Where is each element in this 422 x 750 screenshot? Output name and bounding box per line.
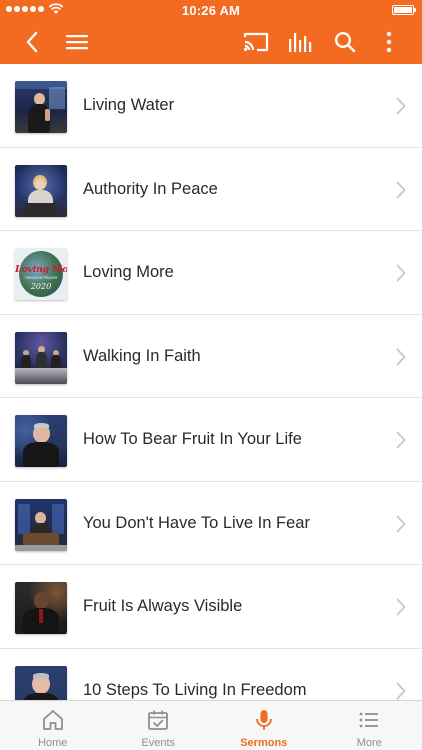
tab-bar: Home Events Sermons More xyxy=(0,700,422,750)
tab-more[interactable]: More xyxy=(317,701,422,750)
tab-label: More xyxy=(356,737,382,749)
battery-icon xyxy=(392,5,416,15)
menu-icon xyxy=(66,35,88,50)
sermon-thumbnail xyxy=(15,164,67,217)
nav-bar xyxy=(0,20,422,64)
sermon-thumbnail xyxy=(15,331,67,384)
status-bar: 10:26 AM xyxy=(0,0,422,20)
list-icon xyxy=(359,712,379,728)
sermon-thumbnail xyxy=(15,415,67,467)
sermon-title: How To Bear Fruit In Your Life xyxy=(83,430,302,448)
sermon-thumbnail: Loving More THROUGH PRAYER 2020 xyxy=(15,248,67,300)
cast-icon xyxy=(243,32,269,52)
search-icon xyxy=(334,31,356,53)
sermon-title: 10 Steps To Living In Freedom xyxy=(83,680,307,699)
sermon-row[interactable]: Loving More THROUGH PRAYER 2020 Loving M… xyxy=(0,231,422,315)
search-button[interactable] xyxy=(331,20,359,64)
cast-button[interactable] xyxy=(240,20,272,64)
chevron-right-icon xyxy=(396,598,406,616)
chevron-right-icon xyxy=(396,348,406,365)
home-icon xyxy=(42,710,63,730)
thumbnail-year-text: 2020 xyxy=(30,282,52,291)
audio-bars-icon xyxy=(289,33,312,52)
tab-label: Events xyxy=(141,737,176,749)
sermon-row[interactable]: Walking In Faith xyxy=(0,315,422,398)
microphone-icon xyxy=(255,710,272,730)
tab-label: Home xyxy=(38,737,68,749)
sermon-row[interactable]: Authority In Peace xyxy=(0,148,422,231)
status-time: 10:26 AM xyxy=(181,3,241,18)
sermon-row[interactable]: Living Water xyxy=(0,64,422,148)
app-screen: 10:26 AM Living Water Authority In Peace… xyxy=(0,0,422,750)
more-vertical-icon xyxy=(386,31,392,53)
sermon-row[interactable]: How To Bear Fruit In Your Life xyxy=(0,398,422,482)
sermon-row[interactable]: 10 Steps To Living In Freedom xyxy=(0,649,422,700)
chevron-right-icon xyxy=(396,682,406,699)
tab-label: Sermons xyxy=(240,737,288,749)
tab-sermons[interactable]: Sermons xyxy=(211,701,317,750)
chevron-right-icon xyxy=(396,515,406,532)
tab-events[interactable]: Events xyxy=(106,701,212,750)
sermon-title: Loving More xyxy=(83,263,174,281)
sermon-title: Living Water xyxy=(83,96,175,114)
chevron-right-icon xyxy=(396,181,406,198)
thumbnail-subtitle-text: THROUGH PRAYER xyxy=(24,276,58,280)
sermon-row[interactable]: You Don't Have To Live In Fear xyxy=(0,482,422,565)
top-bar: 10:26 AM xyxy=(0,0,422,64)
sermon-row[interactable]: Fruit Is Always Visible xyxy=(0,565,422,649)
chevron-right-icon xyxy=(396,264,406,282)
thumbnail-title-text: Loving More xyxy=(15,264,67,275)
more-options-button[interactable] xyxy=(378,20,400,64)
chevron-right-icon xyxy=(396,431,406,449)
audio-button[interactable] xyxy=(285,20,315,64)
sermon-thumbnail xyxy=(15,81,67,133)
calendar-check-icon xyxy=(148,710,169,730)
sermon-title: Fruit Is Always Visible xyxy=(83,597,243,615)
menu-button[interactable] xyxy=(62,20,92,64)
sermon-list: Living Water Authority In Peace Loving M… xyxy=(0,64,422,700)
sermon-title: You Don't Have To Live In Fear xyxy=(83,513,310,532)
back-button[interactable] xyxy=(18,20,46,64)
sermon-title: Walking In Faith xyxy=(83,346,201,365)
back-icon xyxy=(26,31,38,53)
sermon-thumbnail xyxy=(15,665,67,700)
sermon-title: Authority In Peace xyxy=(83,179,218,198)
sermon-thumbnail xyxy=(15,582,67,634)
tab-home[interactable]: Home xyxy=(0,701,106,750)
chevron-right-icon xyxy=(396,97,406,115)
sermon-thumbnail xyxy=(15,498,67,551)
